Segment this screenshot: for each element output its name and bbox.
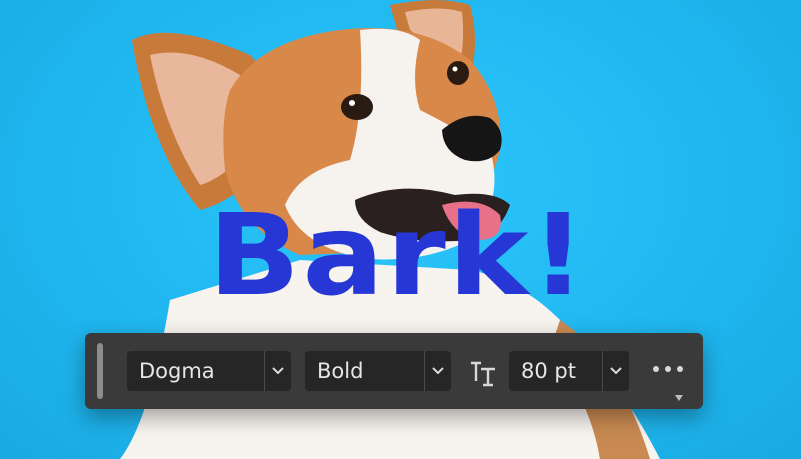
more-options-icon[interactable] — [651, 363, 685, 375]
bark-text-layer[interactable]: Bark! — [208, 200, 588, 312]
font-family-value: Dogma — [139, 359, 215, 383]
font-size-dropdown[interactable]: 80 pt — [509, 351, 629, 391]
font-family-dropdown[interactable]: Dogma — [127, 351, 291, 391]
chevron-down-icon[interactable] — [602, 351, 629, 391]
drag-handle[interactable] — [97, 343, 103, 399]
text-size-icon — [471, 361, 495, 387]
chevron-down-icon[interactable] — [424, 351, 451, 391]
contextual-task-bar: Dogma Bold 80 pt — [85, 333, 703, 409]
font-style-value: Bold — [317, 359, 364, 383]
chevron-down-icon[interactable] — [264, 351, 291, 391]
font-size-value: 80 pt — [521, 359, 576, 383]
caret-down-icon — [675, 395, 683, 401]
font-style-dropdown[interactable]: Bold — [305, 351, 451, 391]
